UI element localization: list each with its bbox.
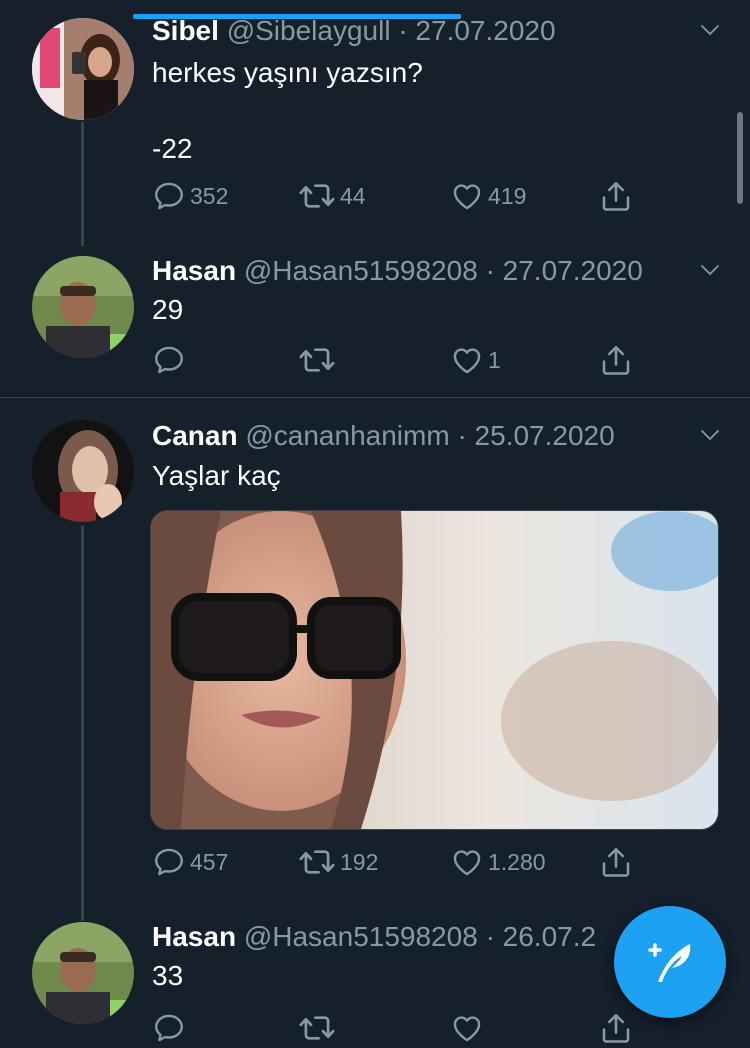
share-icon	[598, 178, 634, 214]
heart-icon	[450, 343, 484, 377]
reply-icon	[152, 845, 186, 879]
reply-button[interactable]	[152, 340, 190, 380]
tweet-image[interactable]	[150, 510, 719, 830]
display-name[interactable]: Hasan	[152, 921, 236, 952]
tweet-actions: 352 44 419	[152, 176, 642, 216]
retweet-button[interactable]	[298, 1008, 340, 1048]
reply-button[interactable]: 352	[152, 176, 228, 216]
reply-icon	[152, 343, 186, 377]
tweet-date: · 27.07.2020	[485, 255, 643, 286]
display-name[interactable]: Sibel	[152, 15, 219, 46]
avatar[interactable]	[32, 922, 134, 1024]
thread-line	[81, 526, 84, 921]
like-button[interactable]: 419	[450, 176, 526, 216]
tweet-actions: 1	[152, 340, 642, 380]
share-button[interactable]	[598, 340, 634, 380]
thread-line	[81, 122, 84, 246]
compose-tweet-button[interactable]	[614, 906, 726, 1018]
display-name[interactable]: Hasan	[152, 255, 236, 286]
scrollbar[interactable]	[737, 112, 743, 204]
tweet-header: Canan @cananhanimm · 25.07.2020	[152, 419, 615, 453]
retweet-icon	[298, 341, 336, 379]
share-icon	[598, 1010, 634, 1046]
tweet-header: Sibel @Sibelaygull · 27.07.2020	[152, 14, 556, 48]
tweet-actions	[152, 1008, 642, 1048]
tweet-header: Hasan @Hasan51598208 · 27.07.2020	[152, 254, 643, 288]
user-handle[interactable]: @cananhanimm	[245, 420, 449, 451]
tweet-actions: 457 192 1.280	[152, 842, 642, 882]
reply-count: 352	[190, 182, 229, 209]
like-button[interactable]: 1	[450, 340, 501, 380]
heart-icon	[450, 1011, 484, 1045]
share-button[interactable]	[598, 842, 634, 882]
tweet-date: · 27.07.2020	[398, 15, 556, 46]
tweet-text: Yaşlar kaç	[152, 460, 281, 491]
divider	[0, 397, 750, 398]
retweet-count: 44	[340, 182, 366, 209]
heart-icon	[450, 845, 484, 879]
compose-tweet-icon	[648, 943, 691, 982]
retweet-icon	[298, 1009, 336, 1047]
reply-button[interactable]: 457	[152, 842, 228, 882]
tweet-text: 29	[152, 294, 184, 325]
like-button[interactable]: 1.280	[450, 842, 546, 882]
tweet-text: 33	[152, 960, 184, 991]
retweet-button[interactable]: 192	[298, 842, 378, 882]
share-button[interactable]	[598, 1008, 634, 1048]
like-count: 419	[488, 182, 527, 209]
avatar[interactable]	[32, 420, 134, 522]
chevron-down-icon[interactable]	[698, 258, 722, 282]
tweet-header: Hasan @Hasan51598208 · 26.07.2	[152, 920, 596, 954]
user-handle[interactable]: @Hasan51598208	[244, 921, 478, 952]
user-handle[interactable]: @Hasan51598208	[244, 255, 478, 286]
avatar[interactable]	[32, 18, 134, 120]
user-handle[interactable]: @Sibelaygull	[227, 15, 391, 46]
reply-count: 457	[190, 848, 229, 875]
retweet-icon	[298, 843, 336, 881]
reply-icon	[152, 1011, 186, 1045]
tweet-date: · 26.07.2	[485, 921, 597, 952]
tweet-text: herkes yaşını yazsın? -22	[152, 57, 423, 164]
retweet-count: 192	[340, 848, 379, 875]
reply-icon	[152, 179, 186, 213]
reply-button[interactable]	[152, 1008, 190, 1048]
like-count: 1	[488, 346, 501, 373]
retweet-button[interactable]: 44	[298, 176, 366, 216]
display-name[interactable]: Canan	[152, 420, 238, 451]
heart-icon	[450, 179, 484, 213]
share-button[interactable]	[598, 176, 634, 216]
avatar[interactable]	[32, 256, 134, 358]
chevron-down-icon[interactable]	[698, 423, 722, 447]
like-count: 1.280	[488, 848, 546, 875]
share-icon	[598, 342, 634, 378]
retweet-icon	[298, 177, 336, 215]
share-icon	[598, 844, 634, 880]
chevron-down-icon[interactable]	[698, 18, 722, 42]
like-button[interactable]	[450, 1008, 488, 1048]
retweet-button[interactable]	[298, 340, 340, 380]
tweet-date: · 25.07.2020	[457, 420, 615, 451]
